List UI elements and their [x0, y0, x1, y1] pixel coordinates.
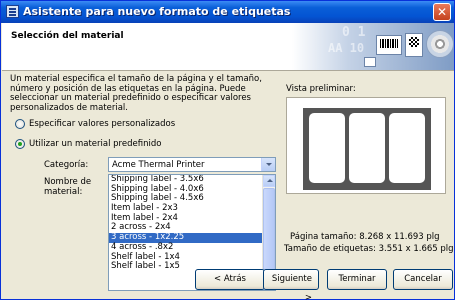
window-title: Asistente para nuevo formato de etiqueta…: [23, 5, 291, 18]
barcode-icon: [376, 35, 402, 55]
predefined-material-option[interactable]: Utilizar un material predefinido: [15, 138, 161, 150]
page-size-value: 8.268 x 11.693 plg: [359, 232, 440, 242]
finish-button[interactable]: Terminar: [327, 269, 387, 290]
header-art-text: 0 1: [342, 25, 366, 40]
scroll-thumb[interactable]: [263, 188, 275, 276]
page-size-label: Página tamaño:: [290, 232, 357, 242]
app-icon: [6, 5, 19, 18]
category-value: Acme Thermal Printer: [112, 160, 205, 170]
category-label: Categoría:: [44, 160, 89, 170]
header-art-text: AA 10: [328, 41, 365, 55]
title-bar[interactable]: Asistente para nuevo formato de etiqueta…: [1, 1, 454, 23]
preview-label-shape: [349, 113, 385, 183]
description-text: Un material especifica el tamaño de la p…: [10, 74, 262, 113]
page-title: Selección del material: [11, 31, 124, 41]
cd-icon: [426, 30, 454, 58]
category-select[interactable]: Acme Thermal Printer: [108, 157, 276, 172]
material-label: Nombre de material:: [44, 177, 92, 197]
preview-page: [303, 108, 431, 190]
predefined-material-radio[interactable]: [15, 139, 25, 149]
preview-label: Vista preliminar:: [286, 84, 356, 94]
custom-values-option[interactable]: Especificar valores personalizados: [15, 118, 175, 130]
custom-values-radio[interactable]: [15, 119, 25, 129]
label-size-label: Tamaño de etiquetas:: [284, 244, 376, 254]
wizard-header: Selección del material 0 1 AA 10: [2, 23, 454, 71]
chevron-down-icon[interactable]: [261, 158, 275, 171]
scroll-up-icon[interactable]: [263, 175, 275, 187]
label-size-info: Tamaño de etiquetas: 3.551 x 1.665 plg: [284, 244, 454, 254]
material-list: Shipping label - 3.5x6 Shipping label - 4…: [109, 175, 263, 272]
qr-label-icon: [405, 33, 423, 57]
cancel-button[interactable]: Cancelar: [393, 269, 453, 290]
label-size-value: 3.551 x 1.665 plg: [378, 244, 454, 254]
header-graphic: 0 1 AA 10: [292, 23, 454, 70]
preview-panel: [286, 97, 446, 194]
predefined-material-label: Utilizar un material predefinido: [29, 139, 162, 149]
back-button[interactable]: < Atrás: [195, 269, 265, 290]
label-icon: [364, 57, 376, 67]
preview-label-shape: [389, 113, 425, 183]
custom-values-label: Especificar valores personalizados: [29, 119, 176, 129]
page-size-info: Página tamaño: 8.268 x 11.693 plg: [290, 232, 440, 242]
next-button[interactable]: Siguiente >: [263, 269, 319, 303]
preview-label-shape: [309, 113, 345, 183]
wizard-window: Asistente para nuevo formato de etiqueta…: [0, 0, 455, 303]
close-button[interactable]: ✕: [433, 3, 451, 21]
